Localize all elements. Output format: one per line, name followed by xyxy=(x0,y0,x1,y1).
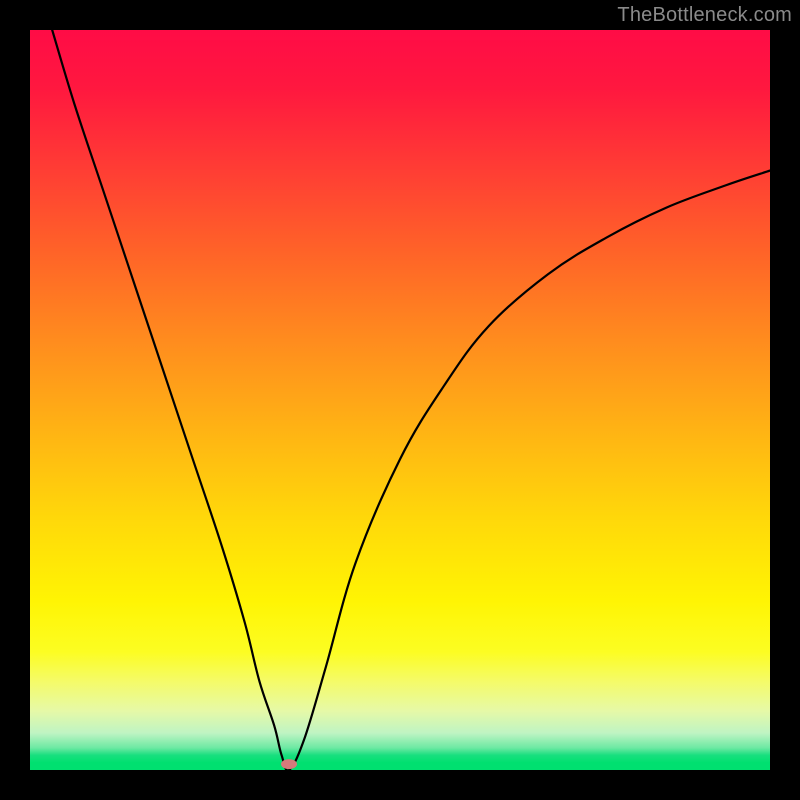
optimal-marker xyxy=(281,759,297,769)
chart-frame: TheBottleneck.com xyxy=(0,0,800,800)
watermark-text: TheBottleneck.com xyxy=(617,4,792,27)
plot-area xyxy=(30,30,770,770)
bottleneck-curve xyxy=(52,30,770,770)
curve-layer xyxy=(30,30,770,770)
